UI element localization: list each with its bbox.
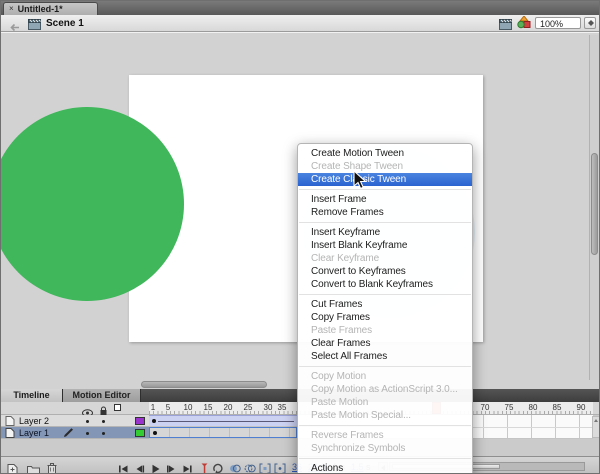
new-layer-icon[interactable] (7, 461, 19, 474)
close-icon[interactable]: × (9, 5, 14, 13)
keyframe-icon (152, 419, 156, 423)
ruler-label-20: 20 (224, 403, 233, 412)
timeline-vertical-scrollbar[interactable] (592, 416, 600, 438)
center-frame-icon[interactable] (199, 461, 210, 474)
ruler-label-25: 25 (244, 403, 253, 412)
flash-application-window: × Untitled-1* Scene 1 (0, 0, 600, 474)
ruler-label-5: 5 (166, 403, 170, 412)
frame-context-menu: Create Motion TweenCreate Shape TweenCre… (297, 143, 473, 474)
menu-item-convert-to-keyframes[interactable]: Convert to Keyframes (298, 265, 472, 278)
layer1-visible-dot[interactable] (86, 432, 89, 435)
tab-timeline[interactable]: Timeline (1, 389, 63, 402)
layer2-color-swatch[interactable] (135, 417, 145, 425)
stage-horizontal-scroll-thumb[interactable] (141, 381, 267, 388)
menu-separator (299, 222, 471, 223)
page-icon (5, 428, 15, 440)
layer-name[interactable]: Layer 1 (19, 428, 49, 438)
menu-separator (299, 294, 471, 295)
stage-vertical-scroll-thumb[interactable] (591, 153, 598, 255)
onion-skin-icon[interactable] (229, 461, 241, 474)
menu-item-paste-motion-special: Paste Motion Special... (298, 409, 472, 422)
pencil-icon (63, 428, 75, 440)
menu-separator (299, 189, 471, 190)
step-back-icon[interactable] (134, 461, 145, 474)
first-frame-icon[interactable] (118, 461, 129, 474)
menu-separator (299, 458, 471, 459)
menu-item-insert-keyframe[interactable]: Insert Keyframe (298, 226, 472, 239)
new-folder-icon[interactable] (27, 461, 40, 474)
menu-item-convert-to-blank-keyframes[interactable]: Convert to Blank Keyframes (298, 278, 472, 291)
keyframe-icon (153, 431, 157, 435)
ruler-label-75: 75 (505, 403, 514, 412)
ruler-label-90: 90 (577, 403, 586, 412)
menu-item-create-motion-tween[interactable]: Create Motion Tween (298, 147, 472, 160)
layer2-visible-dot[interactable] (86, 420, 89, 423)
menu-item-insert-frame[interactable]: Insert Frame (298, 193, 472, 206)
document-title: Untitled-1* (18, 4, 63, 14)
tab-motion-editor[interactable]: Motion Editor (63, 389, 141, 402)
document-tab[interactable]: × Untitled-1* (3, 2, 98, 15)
stage-vertical-scrollbar[interactable] (589, 35, 599, 380)
onion-markers-icon[interactable] (259, 461, 271, 474)
delete-layer-icon[interactable] (47, 461, 57, 474)
zoom-stepper-icon[interactable] (584, 17, 596, 29)
step-forward-icon[interactable] (166, 461, 177, 474)
outline-icon[interactable] (114, 404, 121, 411)
menu-item-copy-frames[interactable]: Copy Frames (298, 311, 472, 324)
menu-item-copy-motion-as-actionscript-3-0: Copy Motion as ActionScript 3.0... (298, 383, 472, 396)
tween-line (158, 421, 294, 422)
ruler-label-85: 85 (553, 403, 562, 412)
layer2-lock-dot[interactable] (102, 420, 105, 423)
menu-item-cut-frames[interactable]: Cut Frames (298, 298, 472, 311)
menu-item-create-classic-tween[interactable]: Create Classic Tween (298, 173, 472, 186)
menu-item-synchronize-symbols: Synchronize Symbols (298, 442, 472, 455)
cursor-icon (353, 170, 367, 196)
menu-item-paste-frames: Paste Frames (298, 324, 472, 337)
document-tab-strip: × Untitled-1* (1, 1, 599, 16)
layer-name[interactable]: Layer 2 (19, 416, 49, 426)
ruler-label-35: 35 (278, 403, 287, 412)
menu-separator (299, 366, 471, 367)
empty-frame-grid[interactable] (473, 415, 593, 439)
stage-horizontal-scrollbar[interactable] (11, 381, 581, 388)
ruler-label-70: 70 (481, 403, 490, 412)
scene-name: Scene 1 (46, 18, 84, 29)
ruler-label-30: 30 (264, 403, 273, 412)
edit-multiple-frames-icon[interactable] (274, 461, 286, 474)
layer2-name-cell[interactable]: Layer 2 (1, 415, 149, 427)
menu-item-remove-frames[interactable]: Remove Frames (298, 206, 472, 219)
loop-icon[interactable] (212, 461, 224, 474)
ruler-label-15: 15 (204, 403, 213, 412)
play-icon[interactable] (150, 461, 161, 474)
menu-item-insert-blank-keyframe[interactable]: Insert Blank Keyframe (298, 239, 472, 252)
ruler-label-80: 80 (529, 403, 538, 412)
zoom-level-field[interactable]: 100% (535, 17, 581, 29)
layer2-tween-span[interactable] (149, 415, 297, 426)
onion-outline-icon[interactable] (244, 461, 256, 474)
layer1-color-swatch[interactable] (135, 429, 145, 437)
layer1-lock-dot[interactable] (102, 432, 105, 435)
menu-item-create-shape-tween: Create Shape Tween (298, 160, 472, 173)
last-frame-icon[interactable] (182, 461, 193, 474)
menu-item-paste-motion: Paste Motion (298, 396, 472, 409)
menu-item-reverse-frames: Reverse Frames (298, 429, 472, 442)
ruler-label-10: 10 (184, 403, 193, 412)
menu-separator (299, 425, 471, 426)
menu-item-clear-keyframe: Clear Keyframe (298, 252, 472, 265)
layer1-name-cell[interactable]: Layer 1 (1, 427, 149, 439)
menu-item-select-all-frames[interactable]: Select All Frames (298, 350, 472, 363)
menu-item-copy-motion: Copy Motion (298, 370, 472, 383)
menu-item-actions[interactable]: Actions (298, 462, 472, 474)
edit-bar: Scene 1 100% (1, 15, 599, 32)
ruler-label-1: 1 (151, 403, 155, 412)
layer1-selected-span[interactable] (149, 427, 297, 438)
menu-item-clear-frames[interactable]: Clear Frames (298, 337, 472, 350)
